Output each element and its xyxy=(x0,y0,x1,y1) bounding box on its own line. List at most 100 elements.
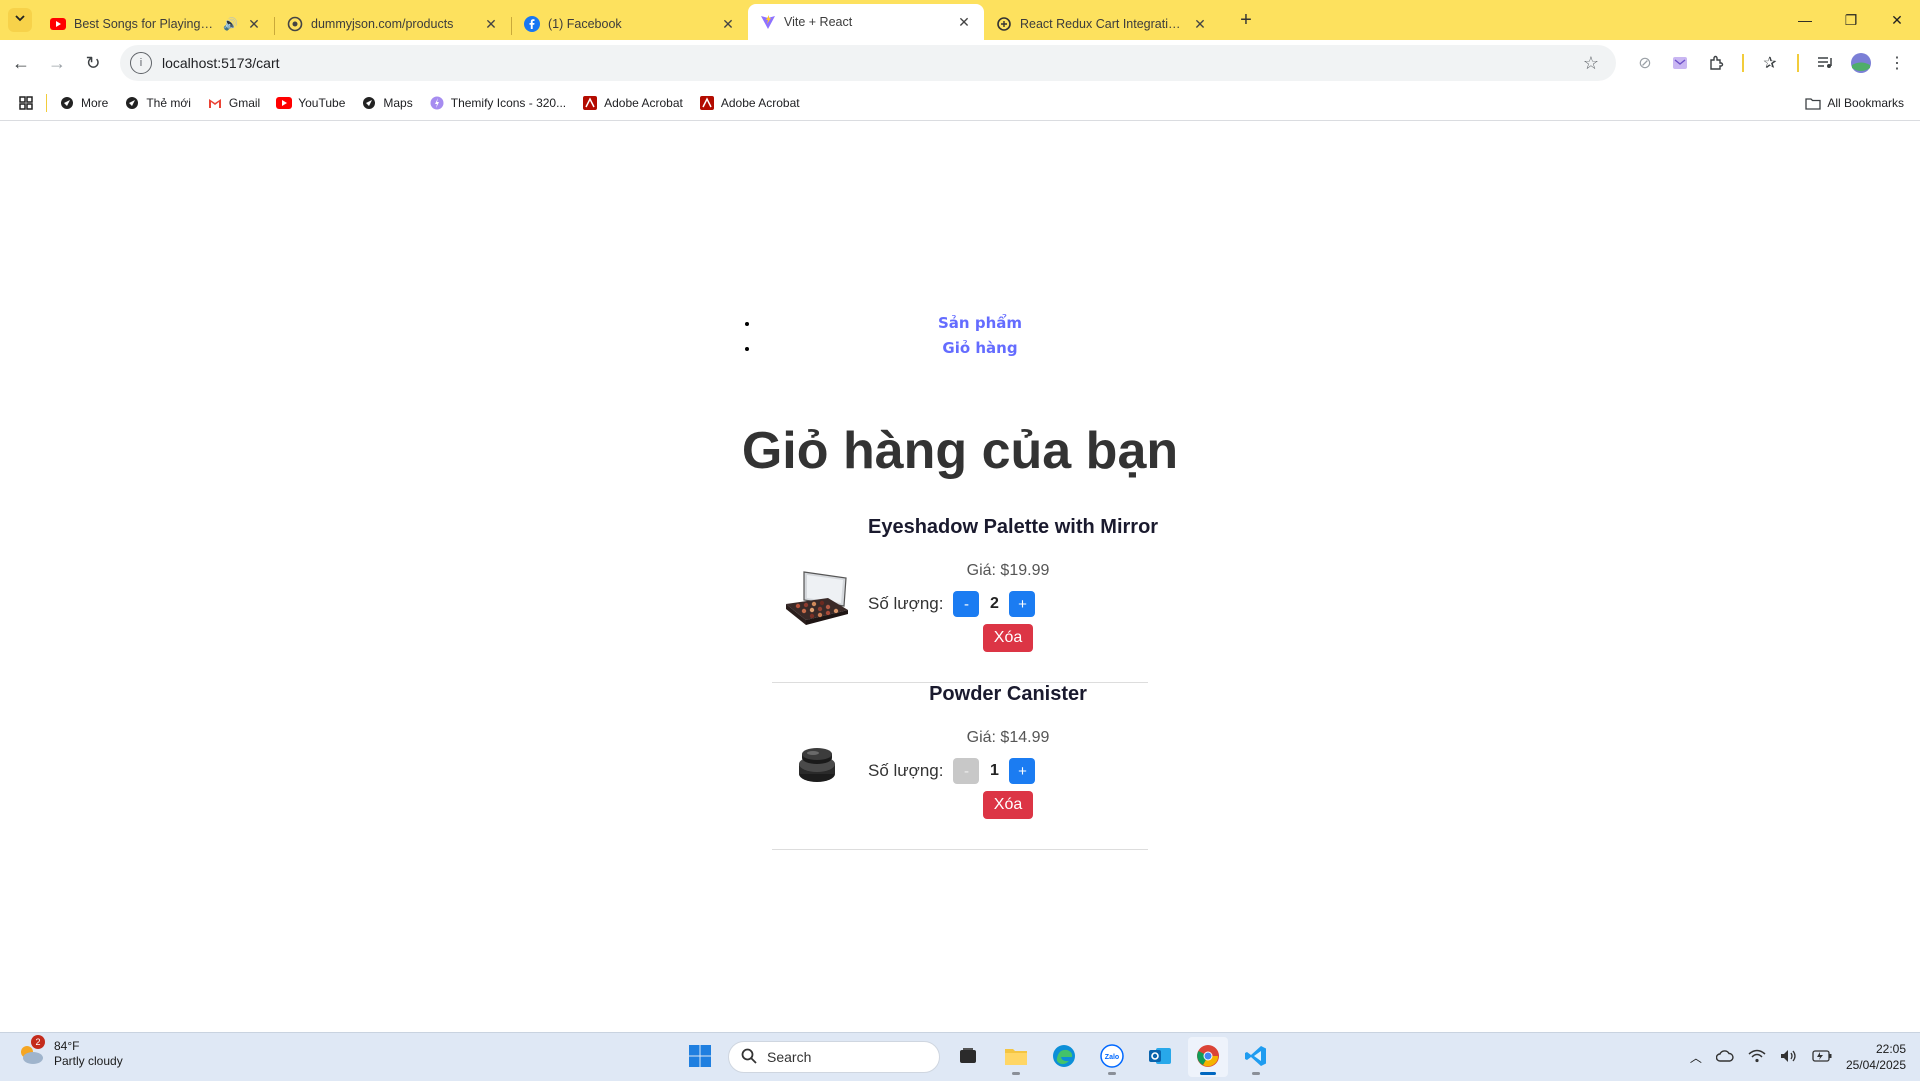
decrease-quantity-button[interactable]: - xyxy=(953,758,980,784)
running-indicator xyxy=(1012,1072,1020,1075)
new-tab-button[interactable]: + xyxy=(1234,8,1258,32)
plus-icon: + xyxy=(1240,8,1252,31)
nav-link-products[interactable]: Sản phẩm xyxy=(938,314,1022,332)
profile-avatar[interactable] xyxy=(1848,50,1874,76)
address-bar[interactable]: i localhost:5173/cart ☆ xyxy=(120,45,1616,81)
reload-button[interactable]: ↻ xyxy=(78,48,108,78)
close-icon[interactable]: ✕ xyxy=(956,14,972,30)
remove-item-button[interactable]: Xóa xyxy=(983,624,1033,652)
taskbar-vscode[interactable] xyxy=(1236,1037,1276,1077)
price-value: $14.99 xyxy=(1000,729,1050,746)
speaker-icon[interactable]: 🔊 xyxy=(223,17,238,31)
item-price: Giá: $14.99 xyxy=(868,729,1148,747)
edge-icon xyxy=(1052,1044,1076,1071)
page-title: Giỏ hàng của bạn xyxy=(741,422,1179,480)
tab-facebook[interactable]: (1) Facebook ✕ xyxy=(512,8,748,40)
remove-item-button[interactable]: Xóa xyxy=(983,791,1033,819)
youtube-icon xyxy=(50,16,66,32)
clock-date: 25/04/2025 xyxy=(1845,1058,1906,1072)
info-icon[interactable]: i xyxy=(130,52,152,74)
running-indicator xyxy=(1252,1072,1260,1075)
tab-search-button[interactable] xyxy=(8,8,32,32)
system-tray: ︿ 22:05 25/04/2025 xyxy=(1690,1037,1906,1077)
youtube-icon xyxy=(276,95,293,111)
bookmark-item[interactable]: Themify Icons - 320... xyxy=(421,89,574,117)
weather-widget[interactable]: 2 84°F Partly cloudy xyxy=(16,1035,123,1069)
system-clock[interactable]: 22:05 25/04/2025 xyxy=(1846,1041,1906,1073)
quantity-value: 2 xyxy=(990,595,999,612)
bookmark-label: Adobe Acrobat xyxy=(604,96,683,110)
zalo-icon: Zalo xyxy=(1100,1043,1124,1071)
menu-dots-icon[interactable]: ⋮ xyxy=(1884,50,1910,76)
tab-vite-react[interactable]: Vite + React ✕ xyxy=(748,4,984,40)
globe-icon xyxy=(124,95,140,111)
back-button[interactable]: ← xyxy=(6,48,36,78)
close-window-button[interactable]: ✕ xyxy=(1874,0,1920,40)
nav-link-cart[interactable]: Giỏ hàng xyxy=(942,339,1017,357)
tab-dummyjson[interactable]: dummyjson.com/products ✕ xyxy=(275,8,511,40)
bookmark-item[interactable]: Adobe Acrobat xyxy=(574,89,691,117)
close-icon[interactable]: ✕ xyxy=(720,16,736,32)
chrome-icon xyxy=(1196,1044,1220,1071)
restore-button[interactable]: ❐ xyxy=(1828,0,1874,40)
apps-button[interactable] xyxy=(10,89,42,117)
outlook-icon xyxy=(1148,1044,1172,1071)
taskbar-zalo[interactable]: Zalo xyxy=(1092,1037,1132,1077)
search-placeholder: Search xyxy=(767,1049,812,1065)
minimize-button[interactable]: — xyxy=(1782,0,1828,40)
tab-title: Best Songs for Playing LOL xyxy=(74,17,216,31)
item-name: Eyeshadow Palette with Mirror xyxy=(868,516,1159,538)
wifi-icon[interactable] xyxy=(1748,1049,1766,1066)
taskbar-edge[interactable] xyxy=(1044,1037,1084,1077)
bookmark-item[interactable]: YouTube xyxy=(268,89,353,117)
bookmark-item[interactable]: Thẻ mới xyxy=(116,89,199,117)
all-bookmarks-button[interactable]: All Bookmarks xyxy=(1797,89,1912,117)
increase-quantity-button[interactable]: + xyxy=(1009,758,1036,784)
increase-quantity-button[interactable]: + xyxy=(1009,591,1036,617)
bookmark-item[interactable]: Maps xyxy=(353,89,420,117)
task-view-icon xyxy=(958,1047,978,1068)
taskbar-search[interactable]: Search xyxy=(728,1041,940,1073)
task-view-button[interactable] xyxy=(948,1037,988,1077)
extension-mail-icon[interactable] xyxy=(1667,50,1693,76)
bookmark-item[interactable]: More xyxy=(51,89,116,117)
tab-chatgpt[interactable]: React Redux Cart Integration Is ✕ xyxy=(984,8,1220,40)
onedrive-icon[interactable] xyxy=(1715,1049,1734,1065)
star-icon[interactable]: ☆ xyxy=(1576,53,1606,74)
forward-button[interactable]: → xyxy=(42,48,72,78)
taskbar-center: Search Zalo xyxy=(680,1037,1276,1077)
media-control-icon[interactable] xyxy=(1812,50,1838,76)
bookmark-star-icon[interactable]: ✰ xyxy=(1757,50,1783,76)
bookmark-item[interactable]: Adobe Acrobat xyxy=(691,89,808,117)
taskbar-outlook[interactable] xyxy=(1140,1037,1180,1077)
volume-icon[interactable] xyxy=(1780,1049,1798,1066)
globe-icon xyxy=(287,16,303,32)
extension-compass-icon[interactable]: ⊘ xyxy=(1632,50,1658,76)
bookmark-label: Gmail xyxy=(228,96,261,110)
decrease-quantity-button[interactable]: - xyxy=(953,591,980,617)
chevron-down-icon xyxy=(14,11,26,29)
facebook-icon xyxy=(524,16,540,32)
main-nav: Sản phẩm Giỏ hàng xyxy=(760,311,1200,361)
toolbar-divider xyxy=(1797,54,1799,72)
windows-icon xyxy=(688,1044,712,1071)
bookmark-item[interactable]: Gmail xyxy=(199,89,268,117)
acrobat-icon xyxy=(699,95,715,111)
extensions-puzzle-icon[interactable] xyxy=(1703,50,1729,76)
taskbar-chrome[interactable] xyxy=(1188,1037,1228,1077)
cart-item: Eyeshadow Palette with Mirror Giá: $19.9… xyxy=(772,516,1159,683)
url-text[interactable]: localhost:5173/cart xyxy=(162,55,1576,71)
item-name: Powder Canister xyxy=(929,683,1087,705)
battery-icon[interactable] xyxy=(1812,1049,1832,1065)
tab-youtube[interactable]: Best Songs for Playing LOL 🔊 ✕ xyxy=(38,8,274,40)
taskbar-file-explorer[interactable] xyxy=(996,1037,1036,1077)
close-icon[interactable]: ✕ xyxy=(1192,16,1208,32)
close-icon[interactable]: ✕ xyxy=(483,16,499,32)
close-icon[interactable]: ✕ xyxy=(246,16,262,32)
chevron-up-icon[interactable]: ︿ xyxy=(1690,1049,1702,1066)
start-button[interactable] xyxy=(680,1037,720,1077)
price-value: $19.99 xyxy=(1000,562,1050,579)
gmail-icon xyxy=(207,95,223,111)
acrobat-icon xyxy=(582,95,598,111)
quantity-label: Số lượng: xyxy=(868,761,944,780)
